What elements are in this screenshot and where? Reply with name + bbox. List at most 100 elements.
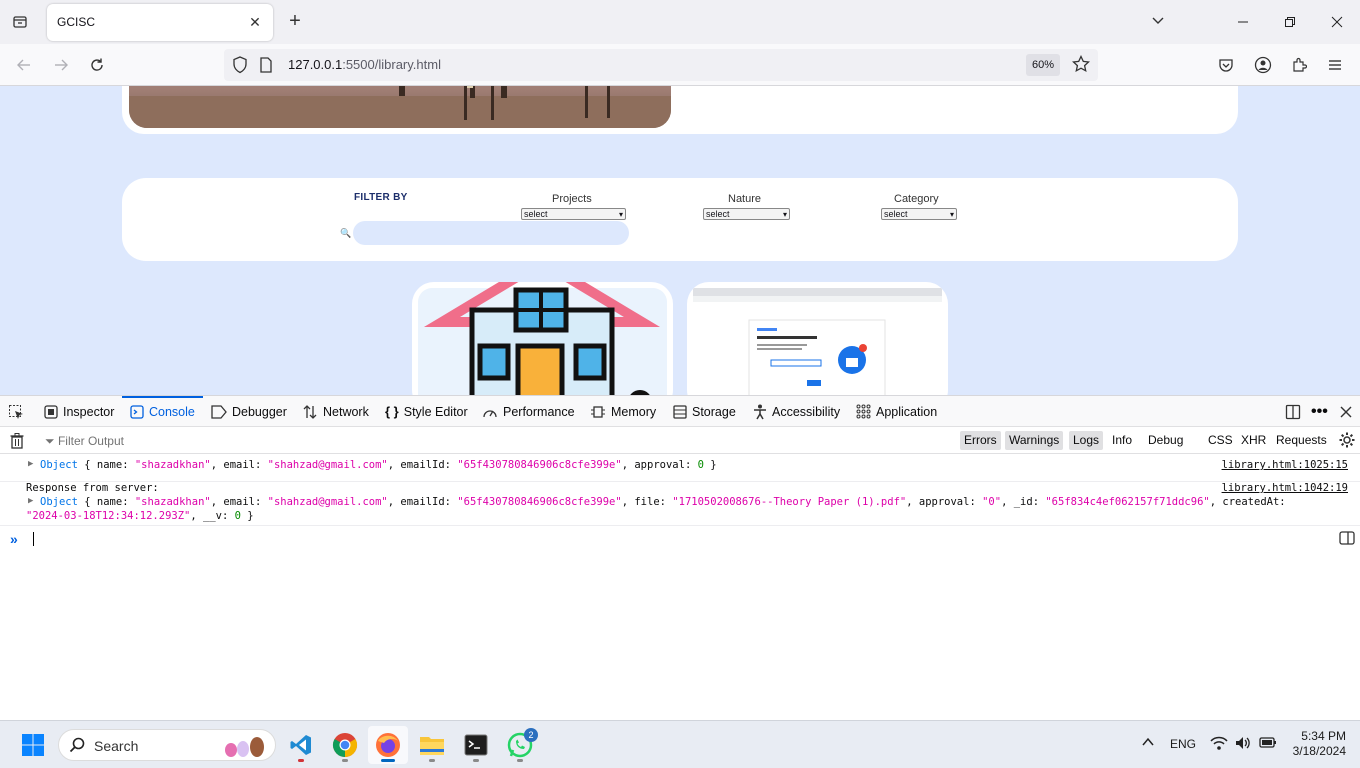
level-errors-toggle[interactable]: Errors [960,431,1001,450]
console-input[interactable] [33,532,34,546]
terminal-app-icon[interactable] [456,726,496,764]
house-illustration [418,282,667,395]
whatsapp-app-icon[interactable]: 2 [500,726,540,764]
category-select[interactable]: select ▾ [881,208,957,220]
taskbar-search-box[interactable]: Search [58,729,276,761]
chevron-up-icon[interactable] [1141,735,1155,752]
tab-inspector[interactable]: Inspector [44,396,114,427]
css-filter-toggle[interactable]: CSS [1204,431,1237,450]
battery-icon[interactable] [1259,735,1277,752]
tab-debugger[interactable]: Debugger [211,396,287,427]
tab-application[interactable]: Application [856,396,937,427]
projects-select-value: select [524,209,548,219]
firefox-app-icon[interactable] [368,726,408,764]
expand-triangle-icon[interactable]: ▶ [28,496,33,506]
running-indicator [473,759,479,762]
forward-arrow-icon[interactable] [49,53,73,77]
devtools-tab-bar: Inspector Console Debugger Network { } S… [0,396,1360,427]
tab-accessibility[interactable]: Accessibility [753,396,840,427]
running-indicator [298,759,304,762]
tab-performance[interactable]: Performance [482,396,575,427]
tab-memory[interactable]: Memory [590,396,656,427]
level-warnings-toggle[interactable]: Warnings [1005,431,1064,450]
filter-output-input[interactable]: ⏷ Filter Output [45,434,124,449]
running-indicator [429,759,435,762]
element-picker-icon[interactable] [8,396,24,427]
file-explorer-app-icon[interactable] [412,726,452,764]
network-icon [303,404,317,419]
source-link[interactable]: library.html:1025:15 [1222,459,1348,471]
tab-storage[interactable]: Storage [673,396,736,427]
sidebar-toggle-icon[interactable] [1339,531,1355,548]
clock-date: 3/18/2024 [1292,744,1346,758]
pocket-icon[interactable] [1214,53,1238,77]
extensions-icon[interactable] [1287,53,1311,77]
address-bar[interactable]: 127.0.0.1:5500/library.html 60% [224,49,1098,81]
logged-object[interactable]: Object { name: "shazadkhan", email: "sha… [40,496,1286,508]
logged-object[interactable]: Object { name: "shazadkhan", email: "sha… [40,459,717,471]
chrome-app-icon[interactable] [325,726,365,764]
tab-performance-label: Performance [503,404,575,419]
firefox-view-icon[interactable] [8,10,32,34]
close-tab-icon[interactable]: ✕ [247,14,263,30]
source-link[interactable]: library.html:1042:19 [1222,482,1348,494]
tab-storage-label: Storage [692,404,736,419]
logged-object-continued: "2024-03-18T12:34:12.293Z", __v: 0 } [26,510,254,522]
running-indicator [517,759,523,762]
camel-photo [129,86,671,128]
tab-network[interactable]: Network [302,396,369,427]
new-tab-button[interactable]: + [284,11,306,33]
console-toolbar: ⏷ Filter Output Errors Warnings Logs Inf… [0,427,1360,454]
xhr-filter-toggle[interactable]: XHR [1237,431,1270,450]
expand-triangle-icon[interactable]: ▶ [28,459,33,469]
nature-select[interactable]: select ▾ [703,208,790,220]
wifi-icon[interactable] [1210,735,1228,754]
tab-console-label: Console [149,404,195,419]
response-label: Response from server: [26,482,159,494]
more-options-icon[interactable]: ••• [1311,396,1328,427]
vscode-app-icon[interactable] [281,726,321,764]
menu-icon[interactable] [1323,53,1347,77]
projects-filter-label: Projects [552,193,592,205]
dock-side-icon[interactable] [1285,396,1301,427]
storage-icon [673,404,687,419]
zoom-level-button[interactable]: 60% [1026,54,1061,76]
maximize-button[interactable] [1275,8,1305,36]
house-thumbnail-card[interactable] [412,282,673,395]
chevron-down-icon[interactable] [1150,12,1168,30]
close-devtools-icon[interactable] [1340,396,1352,427]
browser-tab[interactable]: GCISC ✕ [47,4,273,41]
language-indicator[interactable]: ENG [1170,737,1196,751]
projects-select[interactable]: select ▾ [521,208,626,220]
filter-by-heading: FILTER BY [354,192,408,203]
close-window-button[interactable] [1322,8,1352,36]
trash-icon[interactable] [10,433,24,452]
level-info-toggle[interactable]: Info [1108,431,1136,450]
console-settings-gear-icon[interactable] [1339,432,1355,451]
tab-style-editor[interactable]: { } Style Editor [385,396,468,427]
page-icon[interactable] [259,57,273,76]
reload-icon[interactable] [85,53,109,77]
filter-output-placeholder: Filter Output [57,434,124,448]
shield-icon[interactable] [232,56,248,77]
bookmark-star-icon[interactable] [1072,54,1090,76]
level-logs-toggle[interactable]: Logs [1069,431,1104,450]
web-page-content: FILTER BY Projects select ▾ Nature select… [0,86,1360,395]
volume-icon[interactable] [1235,735,1251,754]
tab-console[interactable]: Console [122,396,203,427]
performance-gauge-icon [483,409,497,417]
screenshot-thumbnail-card[interactable] [687,282,948,395]
url-text[interactable]: 127.0.0.1:5500/library.html [288,57,441,72]
windows-start-icon[interactable] [13,726,53,764]
easter-eggs-icon [221,734,271,761]
funnel-icon: ⏷ [45,434,55,448]
account-icon[interactable] [1251,53,1275,77]
nature-filter-label: Nature [728,193,762,205]
minimize-button[interactable] [1228,8,1258,36]
system-clock[interactable]: 5:34 PM 3/18/2024 [1282,729,1346,759]
search-input[interactable] [353,221,629,245]
tab-inspector-label: Inspector [63,404,115,419]
back-arrow-icon[interactable] [12,53,36,77]
level-debug-toggle[interactable]: Debug [1144,431,1187,450]
requests-filter-toggle[interactable]: Requests [1272,431,1331,450]
